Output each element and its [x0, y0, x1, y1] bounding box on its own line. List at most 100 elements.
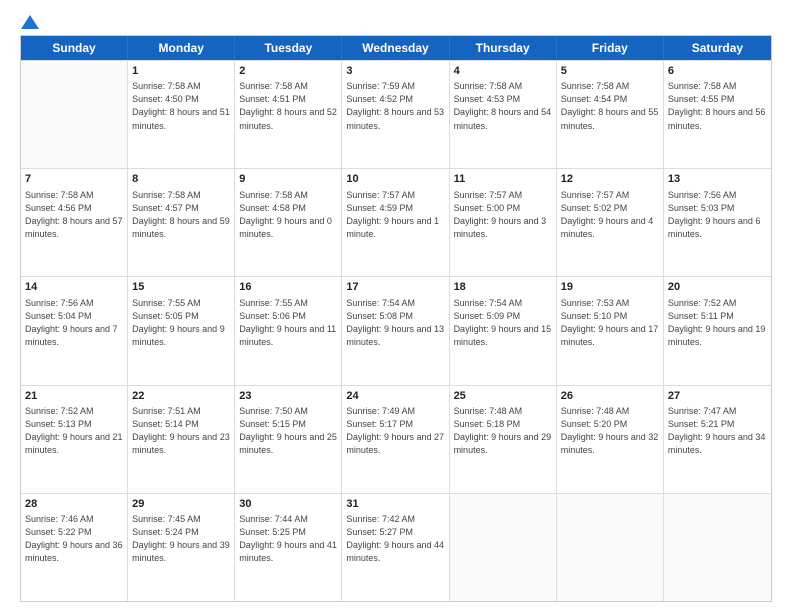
day-number: 16: [239, 280, 337, 295]
day-number: 9: [239, 172, 337, 187]
daylight-text: Daylight: 9 hours and 23 minutes.: [132, 431, 230, 457]
daylight-text: Daylight: 9 hours and 36 minutes.: [25, 539, 123, 565]
day-info: Sunrise: 7:52 AMSunset: 5:11 PMDaylight:…: [668, 297, 767, 349]
calendar-cell: 24Sunrise: 7:49 AMSunset: 5:17 PMDayligh…: [342, 386, 449, 493]
sunrise-text: Sunrise: 7:54 AM: [454, 297, 552, 310]
sunset-text: Sunset: 4:53 PM: [454, 93, 552, 106]
calendar-cell: 14Sunrise: 7:56 AMSunset: 5:04 PMDayligh…: [21, 277, 128, 384]
day-number: 5: [561, 64, 659, 79]
day-number: 23: [239, 389, 337, 404]
calendar-cell: 30Sunrise: 7:44 AMSunset: 5:25 PMDayligh…: [235, 494, 342, 601]
day-info: Sunrise: 7:58 AMSunset: 4:54 PMDaylight:…: [561, 80, 659, 132]
sunset-text: Sunset: 5:18 PM: [454, 418, 552, 431]
sunset-text: Sunset: 5:05 PM: [132, 310, 230, 323]
daylight-text: Daylight: 9 hours and 27 minutes.: [346, 431, 444, 457]
calendar-cell: 17Sunrise: 7:54 AMSunset: 5:08 PMDayligh…: [342, 277, 449, 384]
day-info: Sunrise: 7:54 AMSunset: 5:09 PMDaylight:…: [454, 297, 552, 349]
daylight-text: Daylight: 9 hours and 17 minutes.: [561, 323, 659, 349]
day-info: Sunrise: 7:58 AMSunset: 4:58 PMDaylight:…: [239, 189, 337, 241]
sunset-text: Sunset: 4:54 PM: [561, 93, 659, 106]
day-number: 15: [132, 280, 230, 295]
day-number: 30: [239, 497, 337, 512]
daylight-text: Daylight: 9 hours and 6 minutes.: [668, 215, 767, 241]
daylight-text: Daylight: 8 hours and 57 minutes.: [25, 215, 123, 241]
calendar-cell: 6Sunrise: 7:58 AMSunset: 4:55 PMDaylight…: [664, 61, 771, 168]
sunrise-text: Sunrise: 7:58 AM: [239, 80, 337, 93]
day-number: 12: [561, 172, 659, 187]
sunset-text: Sunset: 4:50 PM: [132, 93, 230, 106]
calendar-cell: [450, 494, 557, 601]
sunrise-text: Sunrise: 7:55 AM: [132, 297, 230, 310]
sunrise-text: Sunrise: 7:45 AM: [132, 513, 230, 526]
calendar-cell: 9 Sunrise: 7:58 AMSunset: 4:58 PMDaylight…: [235, 169, 342, 276]
day-number: 18: [454, 280, 552, 295]
sunset-text: Sunset: 5:27 PM: [346, 526, 444, 539]
calendar-week-5: 28Sunrise: 7:46 AMSunset: 5:22 PMDayligh…: [21, 493, 771, 601]
day-info: Sunrise: 7:52 AMSunset: 5:13 PMDaylight:…: [25, 405, 123, 457]
day-info: Sunrise: 7:56 AMSunset: 5:04 PMDaylight:…: [25, 297, 123, 349]
day-number: 10: [346, 172, 444, 187]
day-number: 31: [346, 497, 444, 512]
calendar-cell: 22Sunrise: 7:51 AMSunset: 5:14 PMDayligh…: [128, 386, 235, 493]
sunset-text: Sunset: 4:59 PM: [346, 202, 444, 215]
calendar-week-2: 7Sunrise: 7:58 AMSunset: 4:56 PMDaylight…: [21, 168, 771, 276]
sunrise-text: Sunrise: 7:47 AM: [668, 405, 767, 418]
sunset-text: Sunset: 5:15 PM: [239, 418, 337, 431]
day-number: 25: [454, 389, 552, 404]
calendar-cell: 28Sunrise: 7:46 AMSunset: 5:22 PMDayligh…: [21, 494, 128, 601]
calendar-cell: 10 Sunrise: 7:57 AMSunset: 4:59 PMDayligh…: [342, 169, 449, 276]
daylight-text: Daylight: 9 hours and 4 minutes.: [561, 215, 659, 241]
header-thursday: Thursday: [450, 36, 557, 60]
daylight-text: Daylight: 8 hours and 55 minutes.: [561, 106, 659, 132]
calendar-cell: 21Sunrise: 7:52 AMSunset: 5:13 PMDayligh…: [21, 386, 128, 493]
daylight-text: Daylight: 9 hours and 15 minutes.: [454, 323, 552, 349]
sunset-text: Sunset: 5:00 PM: [454, 202, 552, 215]
sunrise-text: Sunrise: 7:50 AM: [239, 405, 337, 418]
header: [20, 15, 772, 27]
sunset-text: Sunset: 4:56 PM: [25, 202, 123, 215]
sunrise-text: Sunrise: 7:54 AM: [346, 297, 444, 310]
sunrise-text: Sunrise: 7:49 AM: [346, 405, 444, 418]
sunset-text: Sunset: 5:04 PM: [25, 310, 123, 323]
sunset-text: Sunset: 5:11 PM: [668, 310, 767, 323]
calendar-cell: [557, 494, 664, 601]
sunrise-text: Sunrise: 7:52 AM: [668, 297, 767, 310]
day-info: Sunrise: 7:57 AMSunset: 5:00 PMDaylight:…: [454, 189, 552, 241]
day-info: Sunrise: 7:57 AMSunset: 4:59 PMDaylight:…: [346, 189, 444, 241]
calendar-header: Sunday Monday Tuesday Wednesday Thursday…: [21, 36, 771, 60]
sunrise-text: Sunrise: 7:46 AM: [25, 513, 123, 526]
calendar-cell: 2Sunrise: 7:58 AMSunset: 4:51 PMDaylight…: [235, 61, 342, 168]
sunrise-text: Sunrise: 7:57 AM: [561, 189, 659, 202]
calendar-cell: 11Sunrise: 7:57 AMSunset: 5:00 PMDayligh…: [450, 169, 557, 276]
daylight-text: Daylight: 9 hours and 9 minutes.: [132, 323, 230, 349]
header-tuesday: Tuesday: [235, 36, 342, 60]
daylight-text: Daylight: 9 hours and 3 minutes.: [454, 215, 552, 241]
daylight-text: Daylight: 9 hours and 0 minutes.: [239, 215, 337, 241]
calendar-cell: 18 Sunrise: 7:54 AMSunset: 5:09 PMDayligh…: [450, 277, 557, 384]
page: Sunday Monday Tuesday Wednesday Thursday…: [0, 0, 792, 612]
daylight-text: Daylight: 9 hours and 32 minutes.: [561, 431, 659, 457]
sunset-text: Sunset: 5:13 PM: [25, 418, 123, 431]
daylight-text: Daylight: 9 hours and 19 minutes.: [668, 323, 767, 349]
day-number: 20: [668, 280, 767, 295]
daylight-text: Daylight: 9 hours and 39 minutes.: [132, 539, 230, 565]
sunrise-text: Sunrise: 7:58 AM: [668, 80, 767, 93]
day-info: Sunrise: 7:55 AMSunset: 5:06 PMDaylight:…: [239, 297, 337, 349]
sunset-text: Sunset: 5:14 PM: [132, 418, 230, 431]
sunset-text: Sunset: 5:22 PM: [25, 526, 123, 539]
sunrise-text: Sunrise: 7:58 AM: [25, 189, 123, 202]
calendar-week-1: 1Sunrise: 7:58 AMSunset: 4:50 PMDaylight…: [21, 60, 771, 168]
day-info: Sunrise: 7:48 AMSunset: 5:18 PMDaylight:…: [454, 405, 552, 457]
day-number: 26: [561, 389, 659, 404]
day-info: Sunrise: 7:58 AMSunset: 4:56 PMDaylight:…: [25, 189, 123, 241]
calendar-cell: 5Sunrise: 7:58 AMSunset: 4:54 PMDaylight…: [557, 61, 664, 168]
calendar-cell: 3Sunrise: 7:59 AMSunset: 4:52 PMDaylight…: [342, 61, 449, 168]
daylight-text: Daylight: 9 hours and 21 minutes.: [25, 431, 123, 457]
day-number: 8: [132, 172, 230, 187]
sunrise-text: Sunrise: 7:44 AM: [239, 513, 337, 526]
daylight-text: Daylight: 9 hours and 34 minutes.: [668, 431, 767, 457]
sunset-text: Sunset: 5:02 PM: [561, 202, 659, 215]
sunrise-text: Sunrise: 7:48 AM: [454, 405, 552, 418]
day-info: Sunrise: 7:59 AMSunset: 4:52 PMDaylight:…: [346, 80, 444, 132]
calendar-cell: 4Sunrise: 7:58 AMSunset: 4:53 PMDaylight…: [450, 61, 557, 168]
